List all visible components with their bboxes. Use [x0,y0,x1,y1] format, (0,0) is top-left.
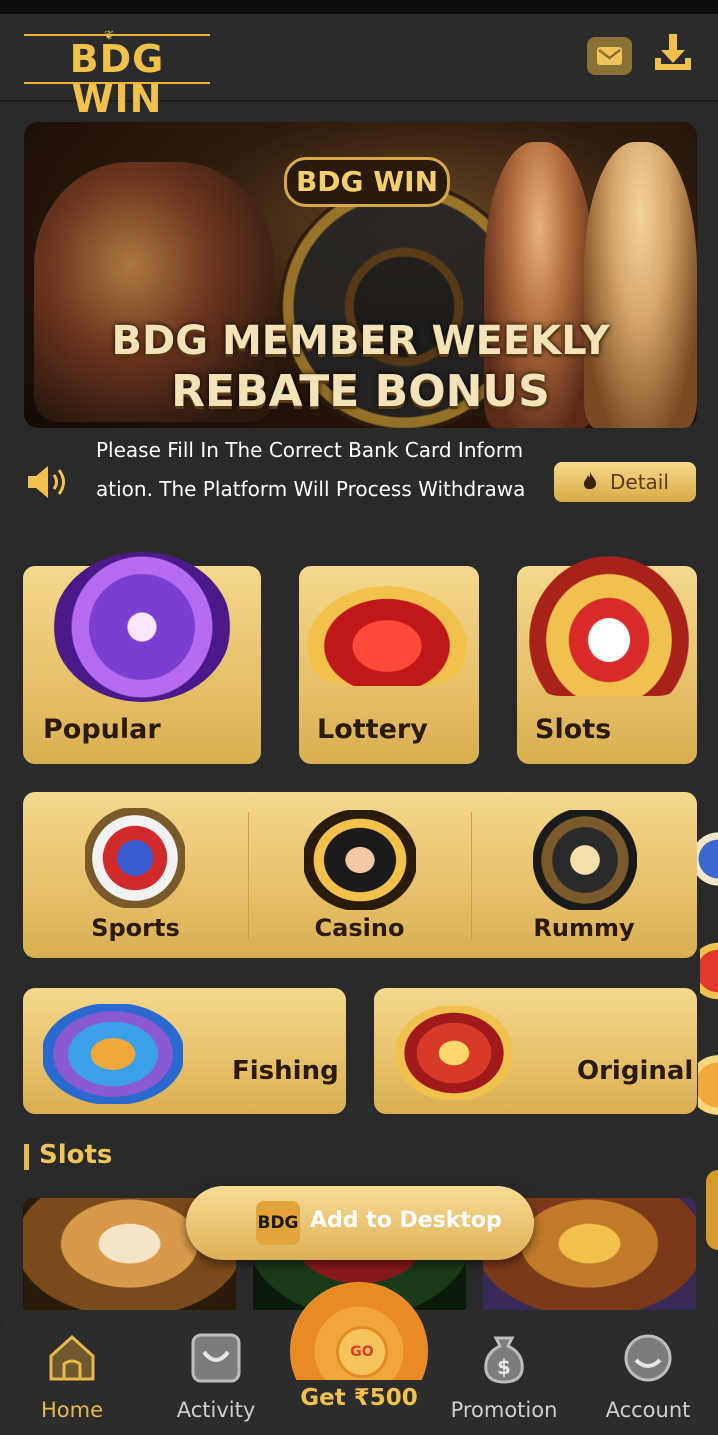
section-bar [24,1144,29,1170]
notice-marquee: Please Fill In The Correct Bank Card Inf… [96,440,542,520]
category-label: Fishing [232,1056,339,1086]
promotion-icon: $ [484,1336,524,1384]
category-label: Sports [91,914,180,942]
category-row-middle: Sports Casino Rummy [23,792,697,958]
nav-label: Account [605,1398,691,1422]
category-label: Slots [535,714,612,745]
category-fishing[interactable]: Fishing [23,988,346,1114]
category-lottery[interactable]: Lottery [299,566,479,764]
mail-icon [597,47,622,65]
nav-home[interactable]: Home [12,1310,132,1435]
mail-button[interactable] [587,37,632,75]
nav-activity[interactable]: Activity [156,1310,276,1435]
category-label: Rummy [533,914,635,942]
floating-game-1[interactable] [697,816,718,902]
floating-game-4[interactable] [706,1170,718,1250]
promo-banner[interactable]: BDG WIN BDG MEMBER WEEKLY REBATE BONUS [24,122,697,428]
bdg-app-icon: BDG [256,1201,300,1245]
notice-line-1: Please Fill In The Correct Bank Card Inf… [96,440,524,462]
speaker-icon [28,466,65,498]
svg-text:$: $ [497,1355,511,1379]
activity-icon [191,1333,241,1383]
nav-account[interactable]: Account [588,1310,708,1435]
category-sports[interactable]: Sports [23,792,248,958]
add-to-desktop-button[interactable]: BDG Add to Desktop [186,1186,534,1260]
logo-rule-top [24,34,210,36]
account-icon [624,1334,672,1382]
notice-bar: Please Fill In The Correct Bank Card Inf… [0,440,718,520]
category-label: Casino [314,914,405,942]
brand-logo[interactable]: ❦ BDG WIN [24,28,210,119]
banner-headline-1: BDG MEMBER WEEKLY [111,318,610,364]
nav-label: Promotion [450,1398,558,1422]
download-icon [655,34,691,70]
notice-line-2: ation. The Platform Will Process Withdra… [96,477,526,501]
status-strip [0,0,718,14]
download-button[interactable] [650,30,696,76]
category-rummy[interactable]: Rummy [471,792,697,958]
detail-label: Detail [610,470,669,494]
logo-text: BDG WIN [69,37,165,121]
add-to-desktop-label: Add to Desktop [310,1208,502,1233]
nav-label: Home [40,1398,103,1422]
logo-rule-bottom [24,82,210,84]
fishing-art [43,1004,183,1104]
wheel-label: Get ₹500 [282,1380,436,1420]
floating-game-2[interactable] [700,928,718,1014]
nav-promotion[interactable]: $ Promotion [444,1310,564,1435]
home-icon [49,1334,95,1381]
banner-logo: BDG WIN [284,157,450,207]
category-original[interactable]: Original [374,988,697,1114]
lucky-wheel-button[interactable]: GO Get ₹500 [282,1282,436,1422]
section-title: Slots [39,1140,113,1170]
go-badge: GO [336,1326,388,1378]
category-casino[interactable]: Casino [248,792,471,958]
app-header: ❦ BDG WIN [0,14,718,119]
fire-icon [583,472,597,490]
floating-game-3[interactable] [698,1040,718,1130]
lottery-car-art [307,586,467,686]
slots-machine-art [529,556,689,696]
category-label: Lottery [317,714,428,745]
banner-headline-2: REBATE BONUS [171,366,550,417]
category-label: Original [577,1056,694,1086]
sports-art [85,808,185,908]
nav-label: Activity [176,1398,256,1422]
category-slots[interactable]: Slots [517,556,697,764]
category-popular[interactable]: Popular [23,552,261,764]
original-plane-art [396,1006,512,1100]
popular-roulette-art [53,552,231,702]
casino-art [304,810,416,910]
detail-button[interactable]: Detail [554,462,696,502]
rummy-art [533,810,637,910]
category-label: Popular [43,714,161,745]
